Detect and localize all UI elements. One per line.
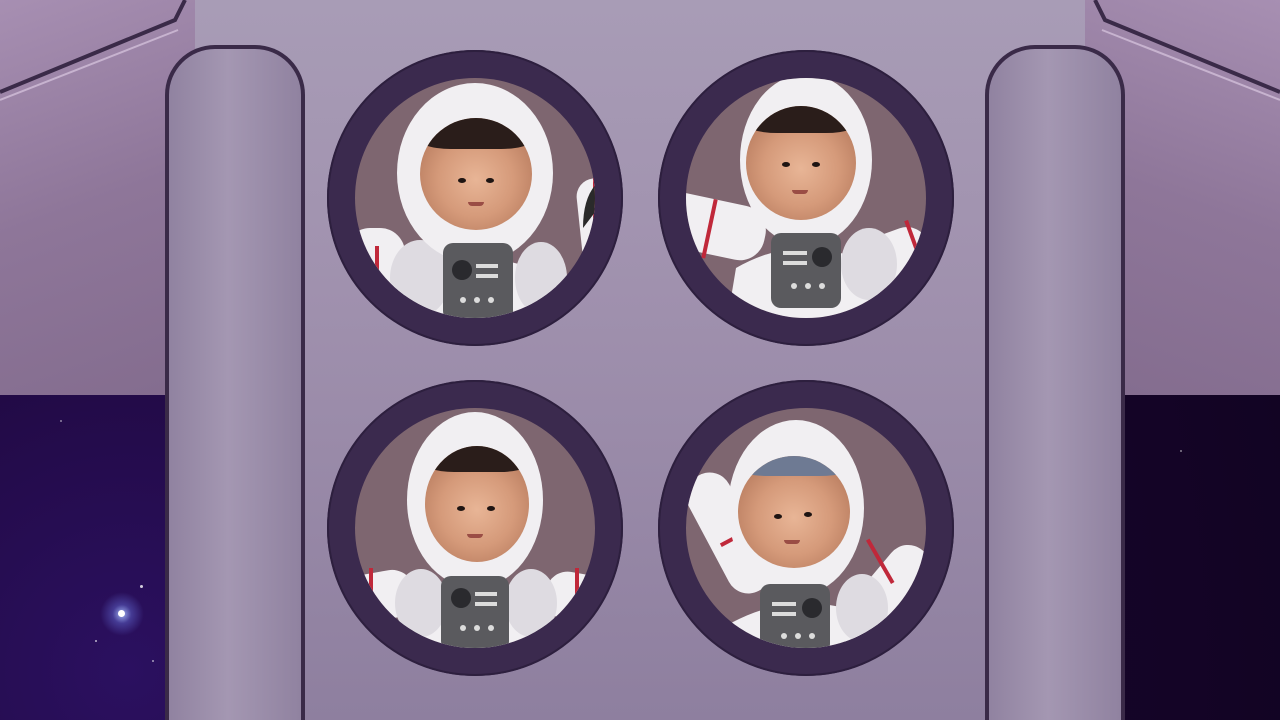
child-face — [420, 118, 532, 230]
spaceship-scene — [0, 0, 1280, 720]
video-window-1 — [355, 78, 595, 318]
porthole-top-left — [327, 50, 623, 346]
star — [140, 585, 143, 588]
star — [118, 610, 125, 617]
star — [1180, 450, 1182, 452]
video-window-4 — [686, 408, 926, 648]
pillar-left — [165, 45, 305, 720]
child-face — [738, 456, 850, 568]
pillar-right — [985, 45, 1125, 720]
center-panel — [195, 0, 1085, 720]
star — [60, 420, 62, 422]
porthole-top-right — [658, 50, 954, 346]
video-window-2 — [686, 78, 926, 318]
star — [152, 660, 154, 662]
video-window-3 — [355, 408, 595, 648]
child-face — [425, 446, 529, 562]
porthole-bottom-right — [658, 380, 954, 676]
child-face — [746, 106, 856, 220]
porthole-bottom-left — [327, 380, 623, 676]
star — [95, 640, 97, 642]
